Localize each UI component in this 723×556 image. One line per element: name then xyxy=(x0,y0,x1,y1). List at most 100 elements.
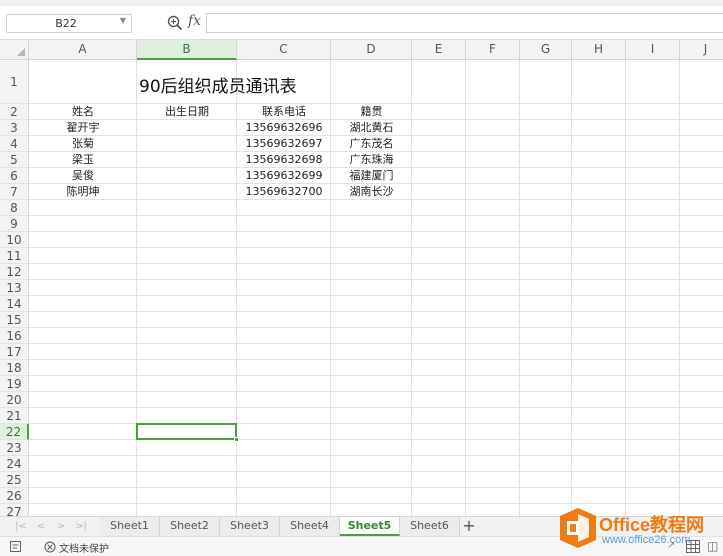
row-header-10[interactable]: 10 xyxy=(0,232,29,248)
prev-sheet-icon[interactable]: < xyxy=(34,519,48,534)
row-gridline xyxy=(29,455,723,456)
row-gridline xyxy=(29,439,723,440)
column-header-b[interactable]: B xyxy=(137,40,237,60)
tab-sheet4[interactable]: Sheet4 xyxy=(280,517,340,536)
row-header-13[interactable]: 13 xyxy=(0,280,29,296)
row-header-11[interactable]: 11 xyxy=(0,248,29,264)
select-all-corner[interactable] xyxy=(0,40,29,60)
row-header-15[interactable]: 15 xyxy=(0,312,29,328)
header-cell-phone[interactable]: 联系电话 xyxy=(237,104,331,120)
data-cell-origin[interactable]: 广东珠海 xyxy=(331,152,412,168)
office-logo-icon xyxy=(560,508,596,548)
first-sheet-icon[interactable]: |< xyxy=(14,519,28,534)
chevron-down-icon[interactable]: ▼ xyxy=(120,16,126,25)
row-gridline xyxy=(29,263,723,264)
row-header-14[interactable]: 14 xyxy=(0,296,29,312)
zoom-icon[interactable] xyxy=(166,14,184,32)
data-cell-name[interactable]: 翟开宇 xyxy=(29,120,137,136)
column-header-i[interactable]: I xyxy=(626,40,680,60)
row-header-21[interactable]: 21 xyxy=(0,408,29,424)
column-header-h[interactable]: H xyxy=(572,40,626,60)
row-header-17[interactable]: 17 xyxy=(0,344,29,360)
spreadsheet-grid[interactable]: ABCDEFGHIJ 1 2 3 4 5 6 7 8 9 10 11 12 13 14 15 16 17 18 19… xyxy=(0,40,723,516)
data-cell-name[interactable]: 吴俊 xyxy=(29,168,137,184)
tab-sheet6[interactable]: Sheet6 xyxy=(400,517,460,536)
watermark: Office教程网 www.office26.com xyxy=(558,507,723,551)
row-header-9[interactable]: 9 xyxy=(0,216,29,232)
data-cell-phone[interactable]: 13569632697 xyxy=(237,136,331,152)
row-gridline xyxy=(29,231,723,232)
row-header-3[interactable]: 3 xyxy=(0,120,29,136)
column-gridline xyxy=(519,60,520,516)
data-cell-birth-date[interactable] xyxy=(137,136,237,152)
tab-sheet3[interactable]: Sheet3 xyxy=(220,517,280,536)
row-gridline xyxy=(29,503,723,504)
name-box[interactable]: B22 ▼ xyxy=(6,14,132,33)
row-header-19[interactable]: 19 xyxy=(0,376,29,392)
row-gridline xyxy=(29,471,723,472)
formula-input[interactable] xyxy=(206,13,723,33)
row-header-6[interactable]: 6 xyxy=(0,168,29,184)
data-cell-origin[interactable]: 福建厦门 xyxy=(331,168,412,184)
tab-sheet1[interactable]: Sheet1 xyxy=(100,517,160,536)
data-cell-birth-date[interactable] xyxy=(137,120,237,136)
column-header-c[interactable]: C xyxy=(237,40,331,60)
row-gridline xyxy=(29,407,723,408)
function-icon[interactable]: fx xyxy=(188,13,201,29)
data-cell-birth-date[interactable] xyxy=(137,184,237,200)
row-header-4[interactable]: 4 xyxy=(0,136,29,152)
document-icon[interactable] xyxy=(9,540,22,553)
column-header-g[interactable]: G xyxy=(520,40,572,60)
data-cell-birth-date[interactable] xyxy=(137,168,237,184)
column-header-d[interactable]: D xyxy=(331,40,412,60)
row-header-27[interactable]: 27 xyxy=(0,504,29,516)
row-gridline xyxy=(29,343,723,344)
row-header-7[interactable]: 7 xyxy=(0,184,29,200)
column-header-f[interactable]: F xyxy=(466,40,520,60)
data-cell-name[interactable]: 张菊 xyxy=(29,136,137,152)
row-header-12[interactable]: 12 xyxy=(0,264,29,280)
next-sheet-icon[interactable]: > xyxy=(54,519,68,534)
protection-status[interactable]: 文档未保护 xyxy=(59,540,109,555)
row-header-1[interactable]: 1 xyxy=(0,60,29,104)
row-header-2[interactable]: 2 xyxy=(0,104,29,120)
row-header-26[interactable]: 26 xyxy=(0,488,29,504)
data-cell-phone[interactable]: 13569632698 xyxy=(237,152,331,168)
row-gridline xyxy=(29,295,723,296)
row-gridline xyxy=(29,279,723,280)
fill-handle[interactable] xyxy=(234,437,239,442)
add-sheet-button[interactable]: + xyxy=(460,517,478,536)
row-header-16[interactable]: 16 xyxy=(0,328,29,344)
column-header-a[interactable]: A xyxy=(29,40,137,60)
header-cell-birth-date[interactable]: 出生日期 xyxy=(137,104,237,120)
data-cell-name[interactable]: 梁玉 xyxy=(29,152,137,168)
last-sheet-icon[interactable]: >| xyxy=(74,519,88,534)
unprotected-icon xyxy=(44,541,56,553)
row-header-18[interactable]: 18 xyxy=(0,360,29,376)
header-cell-name[interactable]: 姓名 xyxy=(29,104,137,120)
tab-sheet5[interactable]: Sheet5 xyxy=(340,517,400,536)
data-cell-birth-date[interactable] xyxy=(137,152,237,168)
header-cell-origin[interactable]: 籍贯 xyxy=(331,104,412,120)
data-cell-origin[interactable]: 湖南长沙 xyxy=(331,184,412,200)
data-cell-name[interactable]: 陈明坤 xyxy=(29,184,137,200)
row-header-25[interactable]: 25 xyxy=(0,472,29,488)
data-cell-origin[interactable]: 湖北黄石 xyxy=(331,120,412,136)
row-header-24[interactable]: 24 xyxy=(0,456,29,472)
column-header-e[interactable]: E xyxy=(412,40,466,60)
active-cell[interactable] xyxy=(136,423,237,440)
row-header-22[interactable]: 22 xyxy=(0,424,29,440)
data-cell-phone[interactable]: 13569632699 xyxy=(237,168,331,184)
row-header-23[interactable]: 23 xyxy=(0,440,29,456)
row-gridline xyxy=(29,247,723,248)
tab-sheet2[interactable]: Sheet2 xyxy=(160,517,220,536)
data-cell-origin[interactable]: 广东茂名 xyxy=(331,136,412,152)
data-cell-phone[interactable]: 13569632700 xyxy=(237,184,331,200)
column-header-j[interactable]: J xyxy=(680,40,723,60)
row-header-20[interactable]: 20 xyxy=(0,392,29,408)
toolbar-strip xyxy=(0,0,723,6)
sheet-title[interactable]: 90后组织成员通讯表 xyxy=(139,72,297,97)
row-header-5[interactable]: 5 xyxy=(0,152,29,168)
data-cell-phone[interactable]: 13569632696 xyxy=(237,120,331,136)
row-header-8[interactable]: 8 xyxy=(0,200,29,216)
